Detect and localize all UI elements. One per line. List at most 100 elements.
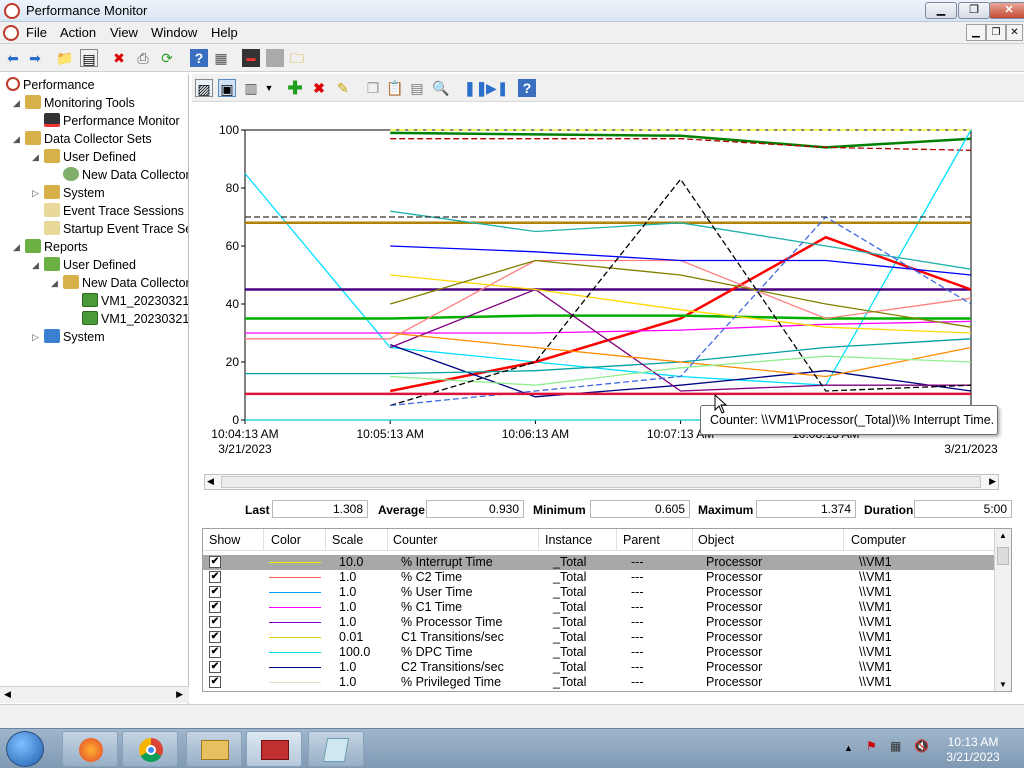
- mdi-close-button[interactable]: ✕: [1006, 24, 1023, 41]
- folder-icon[interactable]: 🗀: [288, 49, 306, 67]
- tree-item-performance-monitor[interactable]: Performance Monitor: [44, 112, 180, 130]
- performance-monitor-icon[interactable]: ▬: [242, 49, 260, 67]
- copy-properties-icon[interactable]: ❐: [364, 79, 382, 97]
- tree-item-report-1[interactable]: VM1_20230321-0: [82, 292, 188, 310]
- taskbar-firefox[interactable]: [62, 731, 118, 767]
- tree-horizontal-scrollbar[interactable]: ◀ ▶: [0, 686, 189, 703]
- maximize-button[interactable]: ❐: [958, 2, 990, 19]
- header-separator[interactable]: [263, 529, 264, 551]
- menu-view[interactable]: View: [110, 25, 138, 40]
- expanded-arrow-icon[interactable]: ◢: [32, 256, 39, 274]
- up-folder-icon[interactable]: 📁: [56, 49, 74, 67]
- tree-item-system[interactable]: ▷ System: [32, 184, 105, 202]
- header-separator[interactable]: [538, 529, 539, 551]
- start-button[interactable]: [6, 731, 44, 767]
- volume-muted-icon[interactable]: 🔇: [914, 739, 929, 753]
- stop-icon[interactable]: [266, 49, 284, 67]
- legend-row[interactable]: ✔ 1.0 % User Time _Total --- Processor \\VM1: [203, 585, 995, 600]
- expanded-arrow-icon[interactable]: ◢: [32, 148, 39, 166]
- tree-item-monitoring-tools[interactable]: ◢ Monitoring Tools: [13, 94, 135, 112]
- header-separator[interactable]: [616, 529, 617, 551]
- collapsed-arrow-icon[interactable]: ▷: [32, 328, 39, 346]
- col-computer[interactable]: Computer: [851, 533, 906, 547]
- mdi-restore-button[interactable]: ❐: [986, 24, 1006, 41]
- legend-vertical-scrollbar[interactable]: ▲ ▼: [994, 529, 1011, 691]
- print-icon[interactable]: ⎙: [134, 49, 152, 67]
- tree-item-performance[interactable]: Performance: [6, 76, 95, 94]
- show-hidden-icons-icon[interactable]: ▲: [844, 743, 853, 753]
- menu-file[interactable]: File: [26, 25, 47, 40]
- legend-row[interactable]: ✔ 1.0 % C1 Time _Total --- Processor \\VM1: [203, 600, 995, 615]
- scroll-thumb[interactable]: [221, 476, 981, 488]
- show-checkbox[interactable]: ✔: [209, 571, 221, 583]
- menu-action[interactable]: Action: [60, 25, 96, 40]
- scroll-up-icon[interactable]: ▲: [999, 531, 1007, 540]
- mdi-minimize-button[interactable]: ▁: [966, 24, 986, 41]
- scroll-left-icon[interactable]: ◀: [207, 476, 214, 487]
- taskbar-notepad[interactable]: [308, 731, 364, 767]
- show-checkbox[interactable]: ✔: [209, 616, 221, 628]
- scroll-thumb[interactable]: [997, 547, 1009, 565]
- menu-help[interactable]: Help: [211, 25, 238, 40]
- show-checkbox[interactable]: ✔: [209, 556, 221, 568]
- legend-row[interactable]: ✔ 1.0 % Processor Time _Total --- Processor \\…: [203, 615, 995, 630]
- update-data-icon[interactable]: ▶❚: [486, 79, 509, 97]
- col-scale[interactable]: Scale: [332, 533, 363, 547]
- tree-item-event-trace-sessions[interactable]: Event Trace Sessions: [44, 202, 184, 220]
- view-log-data-icon[interactable]: ▣: [218, 79, 236, 97]
- scroll-right-icon[interactable]: ▶: [176, 689, 183, 700]
- forward-icon[interactable]: ➡: [26, 49, 44, 67]
- clock[interactable]: 10:13 AM 3/21/2023: [940, 735, 1006, 765]
- col-color[interactable]: Color: [271, 533, 301, 547]
- tree-item-startup-event-trace[interactable]: Startup Event Trace Ses: [44, 220, 188, 238]
- action-center-icon[interactable]: ⚑: [866, 739, 877, 753]
- tree-item-reports-system[interactable]: ▷ System: [32, 328, 105, 346]
- header-separator[interactable]: [325, 529, 326, 551]
- show-hide-tree-icon[interactable]: ▤: [80, 49, 98, 67]
- delete-icon[interactable]: ✖: [110, 49, 128, 67]
- expanded-arrow-icon[interactable]: ◢: [13, 94, 20, 112]
- show-checkbox[interactable]: ✔: [209, 631, 221, 643]
- graph-type-dropdown-icon[interactable]: ▼: [260, 79, 278, 97]
- zoom-icon[interactable]: 🔍: [432, 79, 450, 97]
- change-graph-type-icon[interactable]: ▥: [242, 79, 260, 97]
- tree-item-new-data-collector[interactable]: New Data Collector: [63, 166, 188, 184]
- collapsed-arrow-icon[interactable]: ▷: [32, 184, 39, 202]
- highlight-icon[interactable]: ✎: [334, 79, 352, 97]
- col-counter[interactable]: Counter: [393, 533, 437, 547]
- legend-row[interactable]: ✔ 10.0 % Interrupt Time _Total --- Processor \…: [203, 555, 995, 570]
- properties-icon[interactable]: ▤: [408, 79, 426, 97]
- back-icon[interactable]: ⬅: [4, 49, 22, 67]
- col-object[interactable]: Object: [698, 533, 734, 547]
- paste-counter-list-icon[interactable]: 📋: [386, 79, 404, 97]
- tree-item-report-2[interactable]: VM1_20230321-0: [82, 310, 188, 328]
- col-parent[interactable]: Parent: [623, 533, 660, 547]
- legend-row[interactable]: ✔ 1.0 % C2 Time _Total --- Processor \\VM1: [203, 570, 995, 585]
- show-checkbox[interactable]: ✔: [209, 646, 221, 658]
- close-button[interactable]: ✕: [989, 2, 1024, 19]
- scroll-down-icon[interactable]: ▼: [999, 680, 1007, 689]
- tree-item-reports[interactable]: ◢ Reports: [13, 238, 88, 256]
- network-icon[interactable]: ▦: [890, 739, 901, 753]
- menu-window[interactable]: Window: [151, 25, 197, 40]
- scroll-right-icon[interactable]: ▶: [989, 476, 996, 487]
- view-current-activity-icon[interactable]: ▨: [195, 79, 213, 97]
- help-icon[interactable]: ?: [518, 79, 536, 97]
- legend-row[interactable]: ✔ 100.0 % DPC Time _Total --- Processor \\VM1: [203, 645, 995, 660]
- taskbar-chrome[interactable]: [122, 731, 178, 767]
- tree-item-data-collector-sets[interactable]: ◢ Data Collector Sets: [13, 130, 152, 148]
- col-show[interactable]: Show: [209, 533, 240, 547]
- header-separator[interactable]: [387, 529, 388, 551]
- header-separator[interactable]: [843, 529, 844, 551]
- header-separator[interactable]: [692, 529, 693, 551]
- add-counter-icon[interactable]: ✚: [286, 79, 304, 97]
- scroll-left-icon[interactable]: ◀: [4, 689, 11, 700]
- expanded-arrow-icon[interactable]: ◢: [13, 130, 20, 148]
- freeze-display-icon[interactable]: ❚❚: [464, 79, 487, 97]
- tree-item-reports-new-data-collector[interactable]: ◢ New Data Collector: [51, 274, 188, 292]
- chart-horizontal-scrollbar[interactable]: ◀ ▶: [204, 474, 999, 490]
- mmc-icon[interactable]: [3, 25, 19, 41]
- tree-item-reports-user-defined[interactable]: ◢ User Defined: [32, 256, 136, 274]
- taskbar-perfmon[interactable]: [246, 731, 302, 767]
- taskbar-explorer[interactable]: [186, 731, 242, 767]
